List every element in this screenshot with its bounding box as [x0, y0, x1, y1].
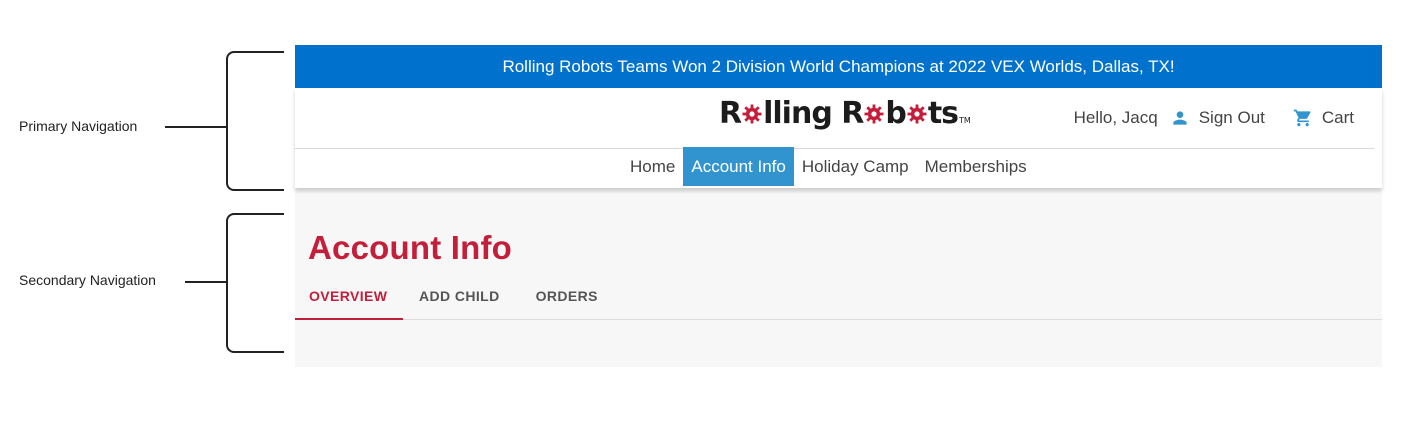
menu-item-label: Holiday Camp — [801, 156, 909, 176]
tab-orders[interactable]: ORDERS — [518, 273, 612, 319]
cart-icon[interactable] — [1293, 108, 1313, 128]
annotation-primary-line — [165, 126, 227, 128]
gear-icon — [864, 104, 884, 124]
announcement-text: Rolling Robots Teams Won 2 Division Worl… — [502, 56, 1175, 76]
gear-icon — [742, 104, 762, 124]
logo-text-r: R — [719, 96, 742, 131]
logo-text-b: b — [885, 96, 907, 131]
annotation-secondary-line — [185, 281, 227, 283]
annotation-secondary-label: Secondary Navigation — [19, 272, 156, 288]
menu-item-home[interactable]: Home — [622, 147, 683, 186]
rolling-robots-logo[interactable]: R lling R b ts TM — [719, 96, 971, 131]
tab-label: OVERVIEW — [309, 287, 388, 304]
greeting-text: Hello, Jacq — [1073, 108, 1158, 127]
annotation-secondary-bracket — [226, 213, 284, 353]
page-title: Account Info — [308, 229, 513, 266]
menu-item-account-info[interactable]: Account Info — [683, 147, 794, 186]
page-content: Account Info OVERVIEW ADD CHILD ORDERS — [295, 188, 1382, 367]
tab-overview[interactable]: OVERVIEW — [295, 273, 403, 320]
website-frame: Rolling Robots Teams Won 2 Division Worl… — [295, 45, 1382, 367]
menu-item-holiday-camp[interactable]: Holiday Camp — [794, 147, 917, 186]
logo-trademark: TM — [959, 116, 971, 125]
user-area: Hello, Jacq Sign Out Cart — [1074, 108, 1354, 128]
annotation-primary-bracket — [226, 51, 284, 191]
tab-label: ADD CHILD — [419, 288, 500, 304]
menu-item-label: Memberships — [924, 156, 1027, 176]
menu-item-label: Home — [630, 156, 676, 176]
person-icon — [1170, 108, 1190, 128]
tab-label: ORDERS — [535, 288, 598, 304]
menu-item-memberships[interactable]: Memberships — [917, 147, 1035, 186]
cart-link[interactable]: Cart — [1322, 108, 1354, 128]
sign-out-link[interactable]: Sign Out — [1199, 108, 1265, 128]
tab-add-child[interactable]: ADD CHILD — [403, 273, 518, 319]
logo-text-lling: lling R — [763, 96, 864, 131]
secondary-navigation: OVERVIEW ADD CHILD ORDERS — [295, 273, 1382, 320]
announcement-banner[interactable]: Rolling Robots Teams Won 2 Division Worl… — [295, 45, 1382, 88]
gear-icon — [907, 104, 927, 124]
main-menu: Home Account Info Holiday Camp Membershi… — [622, 147, 1035, 186]
primary-navigation: R lling R b ts TM Hello, Jacq Sign Out C… — [295, 88, 1382, 188]
menu-item-label: Account Info — [691, 156, 786, 176]
header-bar: R lling R b ts TM Hello, Jacq Sign Out C… — [295, 88, 1382, 149]
annotation-primary-label: Primary Navigation — [19, 118, 138, 134]
logo-text-ts: ts — [927, 96, 959, 131]
